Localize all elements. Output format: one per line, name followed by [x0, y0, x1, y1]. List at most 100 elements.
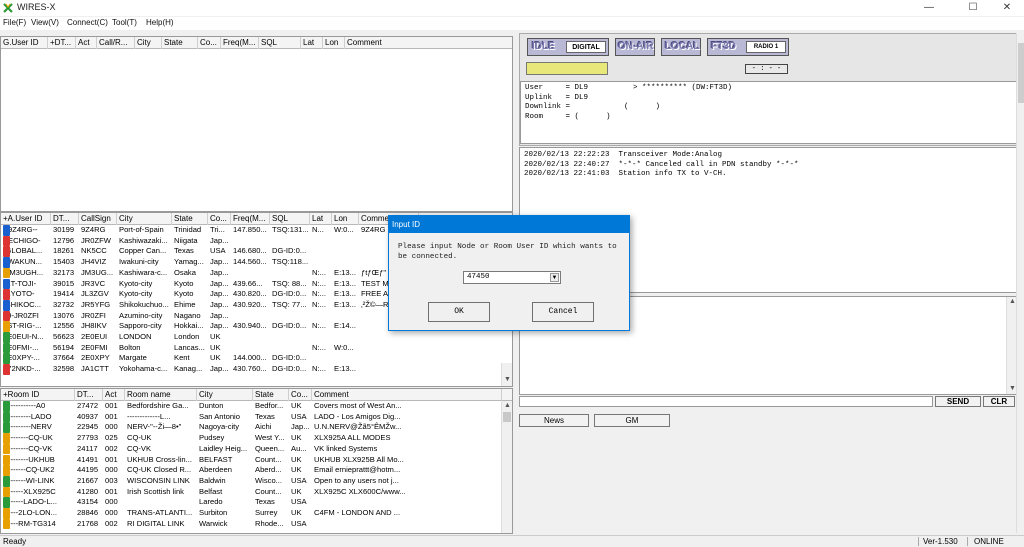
room-cell-text: 000	[105, 508, 118, 517]
room-cell-text: Surbiton	[199, 508, 228, 517]
node-cell	[231, 268, 270, 279]
scroll-up-icon[interactable]: ▲	[502, 401, 512, 411]
col-header[interactable]: Act	[103, 389, 125, 401]
window-scrollbar[interactable]	[1016, 33, 1024, 533]
room-row[interactable]: ------RM-TG314 21768 002 RI DIGITAL LINK War…	[1, 518, 512, 530]
col-header[interactable]: +DT...	[48, 37, 76, 49]
col-header[interactable]: +A.User ID	[1, 213, 51, 225]
col-header[interactable]: Act	[76, 37, 97, 49]
node-cell: Sapporo-city	[117, 321, 172, 332]
rooms-scrollbar[interactable]: ▲	[501, 401, 512, 533]
col-header[interactable]: Comment	[312, 389, 502, 401]
node-cell: 18261	[51, 246, 79, 257]
chevron-down-icon[interactable]: ▼	[550, 273, 559, 282]
node-row[interactable]: 2E0XPY-... 37664 2E0XPY Margate Kent UK 144.00…	[1, 353, 512, 365]
close-button[interactable]: ✕	[992, 0, 1022, 16]
news-button[interactable]: News	[519, 414, 589, 427]
room-row[interactable]: -------------A0 27472 001 Bedfordshire Ga..…	[1, 401, 512, 412]
room-row[interactable]: ---------WI-LINK 21667 003 WISCONSIN LINK Ba…	[1, 475, 512, 487]
node-cell: -GLOBAL...	[1, 246, 51, 258]
menu-connect[interactable]: Connect(C)	[67, 18, 108, 27]
cancel-button[interactable]: Cancel	[532, 302, 594, 322]
maximize-button[interactable]: ☐	[958, 0, 988, 16]
col-header[interactable]: Freq(M...	[221, 37, 259, 49]
room-cell-text: 001	[105, 486, 118, 496]
col-header[interactable]: State	[162, 37, 198, 49]
node-row[interactable]: 2E0EUI-N... 56623 2E0EUI LONDON London UK	[1, 332, 512, 343]
node-cell	[310, 332, 332, 343]
ok-button[interactable]: OK	[428, 302, 490, 322]
nodes-scrollbar[interactable]: ▼	[501, 363, 512, 386]
room-row[interactable]: ----------CQ-UK 27793 025 CQ-UK Pudsey West Y…	[1, 433, 512, 444]
node-cell-text: E:13...	[334, 364, 356, 374]
room-cell-text: 002	[105, 518, 118, 528]
node-cell-text: 146.680...	[233, 246, 267, 256]
node-type-icon	[3, 321, 10, 332]
room-row[interactable]: ---------CQ-UK2 44195 000 CQ-UK Closed R...…	[1, 465, 512, 476]
room-row[interactable]: --------XLX925C 41280 001 Irish Scottish li…	[1, 486, 512, 498]
scroll-thumb[interactable]	[1018, 43, 1024, 103]
node-cell: UK	[208, 343, 231, 354]
node-type-icon	[3, 508, 10, 519]
col-header[interactable]: Call/R...	[97, 37, 135, 49]
rooms-table[interactable]: +Room ID DT... Act Room name City State …	[0, 388, 513, 534]
col-header[interactable]: State	[172, 213, 208, 225]
room-cell: Count...	[253, 487, 289, 498]
col-header[interactable]: City	[135, 37, 162, 49]
col-header[interactable]: Lon	[332, 213, 359, 225]
scroll-thumb[interactable]	[503, 412, 511, 422]
room-row[interactable]: --------LADO-L... 43154 000 Laredo Texas USA	[1, 497, 512, 508]
col-header[interactable]: SQL	[270, 213, 310, 225]
col-header[interactable]: State	[253, 389, 289, 401]
room-row[interactable]: ------2LO-LON... 28846 000 TRANS-ATLANTI...…	[1, 508, 512, 519]
room-row[interactable]: ----------UKHUB 41491 001 UKHUB Cross-lin..…	[1, 454, 512, 466]
menu-view[interactable]: View(V)	[31, 18, 59, 27]
room-cell: 40937	[75, 412, 103, 423]
clear-button[interactable]: CLR	[983, 396, 1015, 407]
scroll-down-icon[interactable]: ▼	[502, 375, 512, 385]
node-row[interactable]: 2E0FMI-... 56194 2E0FMI Bolton Lancas... UK N:…	[1, 342, 512, 354]
group-user-table[interactable]: G.User ID +DT... Act Call/R... City Stat…	[0, 36, 513, 212]
col-header[interactable]: +Room ID	[1, 389, 75, 401]
version-label: Ver-1.530	[918, 537, 964, 546]
menu-file[interactable]: File(F)	[3, 18, 26, 27]
room-cell-text: -----------LADO	[3, 411, 52, 421]
col-header[interactable]: Co...	[208, 213, 231, 225]
col-header[interactable]: Lon	[323, 37, 345, 49]
col-header[interactable]: G.User ID	[1, 37, 48, 49]
chat-message-input[interactable]	[519, 396, 933, 407]
minimize-button[interactable]: —	[914, 0, 944, 16]
user-id-combobox[interactable]: 47450 ▼	[463, 271, 561, 284]
col-header[interactable]: Comment	[345, 37, 512, 49]
node-cell: JR0ZFW	[79, 236, 117, 247]
col-header[interactable]: Lat	[301, 37, 323, 49]
col-header[interactable]: City	[117, 213, 172, 225]
col-header[interactable]: DT...	[51, 213, 79, 225]
menu-help[interactable]: Help(H)	[146, 18, 174, 27]
col-header[interactable]: Room name	[125, 389, 197, 401]
col-header[interactable]: Lat	[310, 213, 332, 225]
col-header[interactable]: CallSign	[79, 213, 117, 225]
col-header[interactable]: SQL	[259, 37, 301, 49]
node-cell-text: Ehime	[174, 299, 196, 309]
col-header[interactable]: Co...	[198, 37, 221, 49]
node-cell-text: JR0ZFW	[81, 235, 111, 245]
col-header[interactable]: Freq(M...	[231, 213, 270, 225]
room-row[interactable]: ----------CQ-VK 24117 002 CQ-VK Laidley Heig…	[1, 443, 512, 455]
col-header[interactable]: City	[197, 389, 253, 401]
room-row[interactable]: -----------NERV 22945 000 NERV-"--Ži—8•" Nag…	[1, 422, 512, 434]
node-row[interactable]: 472NKD-... 32598 JA1CTT Yokohama-c... Kanag.…	[1, 364, 512, 375]
node-type-icon	[3, 486, 10, 498]
room-cell-text: 40937	[77, 411, 99, 421]
send-button[interactable]: SEND	[935, 396, 981, 407]
room-cell: Texas	[253, 412, 289, 423]
node-cell	[310, 246, 332, 257]
menu-tool[interactable]: Tool(T)	[112, 18, 137, 27]
node-cell: Bolton	[117, 343, 172, 354]
node-cell-text: 9Z4RG	[81, 225, 106, 234]
col-header[interactable]: DT...	[75, 389, 103, 401]
gm-button[interactable]: GM	[594, 414, 670, 427]
col-header[interactable]: Co...	[289, 389, 312, 401]
room-row[interactable]: -----------LADO 40937 001 -------------L...…	[1, 411, 512, 423]
node-cell: Jap...	[208, 321, 231, 332]
